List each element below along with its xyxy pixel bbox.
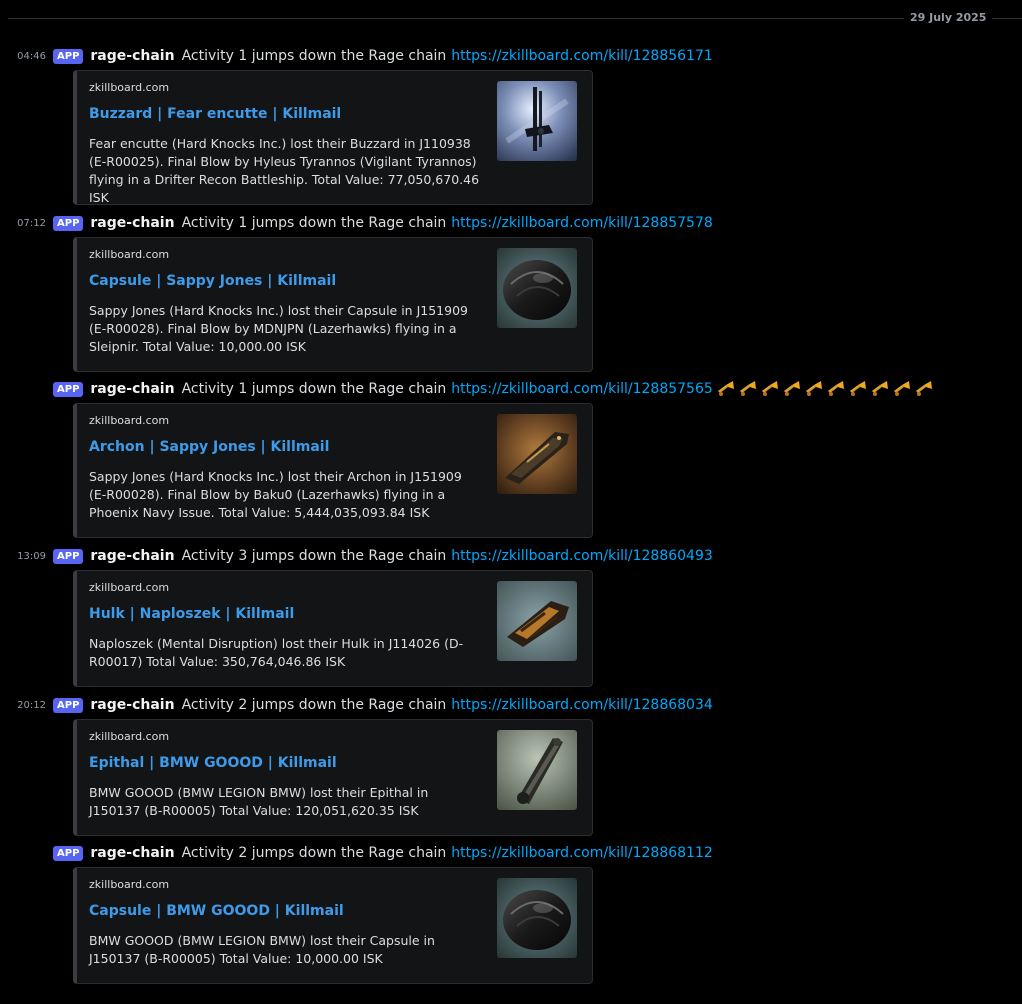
message-text: Activity 2 jumps down the Rage chain <box>181 697 447 713</box>
embed-title[interactable]: Epithal | BMW GOOOD | Killmail <box>89 755 337 771</box>
embed-title[interactable]: Archon | Sappy Jones | Killmail <box>89 439 329 455</box>
trumpet-emoji <box>739 381 756 396</box>
message-text: Activity 1 jumps down the Rage chain <box>181 215 447 231</box>
embed-provider: zkillboard.com <box>89 81 170 94</box>
trumpet-emoji <box>761 381 778 396</box>
link-embed: zkillboard.com Capsule | Sappy Jones | K… <box>73 237 593 372</box>
message-timestamp[interactable]: 13:09 <box>0 551 46 562</box>
embed-title[interactable]: Buzzard | Fear encutte | Killmail <box>89 106 341 122</box>
embed-description: BMW GOOOD (BMW LEGION BMW) lost their Ep… <box>89 785 429 818</box>
killmail-link[interactable]: https://zkillboard.com/kill/128868112 <box>451 845 712 861</box>
capsule-ship-image[interactable] <box>497 248 577 328</box>
message-header: APP rage-chain Activity 3 jumps down the… <box>53 546 713 566</box>
link-embed: zkillboard.com Epithal | BMW GOOOD | Kil… <box>73 719 593 836</box>
hulk-ship-image[interactable] <box>497 581 577 661</box>
embed-provider: zkillboard.com <box>89 414 170 427</box>
author-name[interactable]: rage-chain <box>90 381 174 397</box>
app-badge: APP <box>53 48 84 64</box>
message-header: APP rage-chain Activity 1 jumps down the… <box>53 213 713 233</box>
embed-provider: zkillboard.com <box>89 878 170 891</box>
message-header: APP rage-chain Activity 1 jumps down the… <box>53 379 936 399</box>
buzzard-ship-image[interactable] <box>497 81 577 161</box>
app-badge: APP <box>53 215 84 231</box>
message-header: APP rage-chain Activity 2 jumps down the… <box>53 695 713 715</box>
trumpet-emoji <box>871 381 888 396</box>
link-embed: zkillboard.com Buzzard | Fear encutte | … <box>73 70 593 205</box>
app-badge: APP <box>53 548 84 564</box>
message-header: APP rage-chain Activity 2 jumps down the… <box>53 843 713 863</box>
epithal-ship-image[interactable] <box>497 730 577 810</box>
author-name[interactable]: rage-chain <box>90 845 174 861</box>
link-embed: zkillboard.com Hulk | Naploszek | Killma… <box>73 570 593 687</box>
killmail-link[interactable]: https://zkillboard.com/kill/128868034 <box>451 697 712 713</box>
killmail-link[interactable]: https://zkillboard.com/kill/128857578 <box>451 215 712 231</box>
embed-description: Sappy Jones (Hard Knocks Inc.) lost thei… <box>89 469 462 520</box>
trumpet-emoji <box>849 381 866 396</box>
app-badge: APP <box>53 381 84 397</box>
message-timestamp[interactable]: 20:12 <box>0 700 46 711</box>
trumpet-emoji <box>893 381 910 396</box>
killmail-link[interactable]: https://zkillboard.com/kill/128860493 <box>451 548 712 564</box>
archon-ship-image[interactable] <box>497 414 577 494</box>
message-timestamp[interactable]: 07:12 <box>0 218 46 229</box>
message-text: Activity 3 jumps down the Rage chain <box>181 548 447 564</box>
trumpet-emoji <box>805 381 822 396</box>
trumpet-emoji <box>827 381 844 396</box>
embed-description: Naploszek (Mental Disruption) lost their… <box>89 636 464 669</box>
author-name[interactable]: rage-chain <box>90 215 174 231</box>
embed-provider: zkillboard.com <box>89 581 170 594</box>
link-embed: zkillboard.com Archon | Sappy Jones | Ki… <box>73 403 593 538</box>
date-divider-label: 29 July 2025 <box>904 11 993 25</box>
message-header: APP rage-chain Activity 1 jumps down the… <box>53 46 713 66</box>
embed-provider: zkillboard.com <box>89 730 170 743</box>
killmail-link[interactable]: https://zkillboard.com/kill/128857565 <box>451 381 712 397</box>
message-text: Activity 1 jumps down the Rage chain <box>181 48 447 64</box>
capsule-ship-image[interactable] <box>497 878 577 958</box>
author-name[interactable]: rage-chain <box>90 548 174 564</box>
app-badge: APP <box>53 845 84 861</box>
embed-description: Fear encutte (Hard Knocks Inc.) lost the… <box>89 136 480 205</box>
trumpet-emoji <box>783 381 800 396</box>
date-divider-line <box>8 18 1022 19</box>
killmail-link[interactable]: https://zkillboard.com/kill/128856171 <box>451 48 712 64</box>
embed-title[interactable]: Capsule | BMW GOOOD | Killmail <box>89 903 344 919</box>
trumpet-emoji <box>915 381 932 396</box>
message-text: Activity 2 jumps down the Rage chain <box>181 845 447 861</box>
trumpet-emoji <box>717 381 734 396</box>
author-name[interactable]: rage-chain <box>90 48 174 64</box>
message-timestamp[interactable]: 04:46 <box>0 51 46 62</box>
embed-description: BMW GOOOD (BMW LEGION BMW) lost their Ca… <box>89 933 435 966</box>
author-name[interactable]: rage-chain <box>90 697 174 713</box>
app-badge: APP <box>53 697 84 713</box>
message-text: Activity 1 jumps down the Rage chain <box>181 381 447 397</box>
embed-title[interactable]: Capsule | Sappy Jones | Killmail <box>89 273 336 289</box>
link-embed: zkillboard.com Capsule | BMW GOOOD | Kil… <box>73 867 593 984</box>
embed-provider: zkillboard.com <box>89 248 170 261</box>
embed-title[interactable]: Hulk | Naploszek | Killmail <box>89 606 294 622</box>
reaction-emojis <box>716 379 936 399</box>
embed-description: Sappy Jones (Hard Knocks Inc.) lost thei… <box>89 303 468 354</box>
